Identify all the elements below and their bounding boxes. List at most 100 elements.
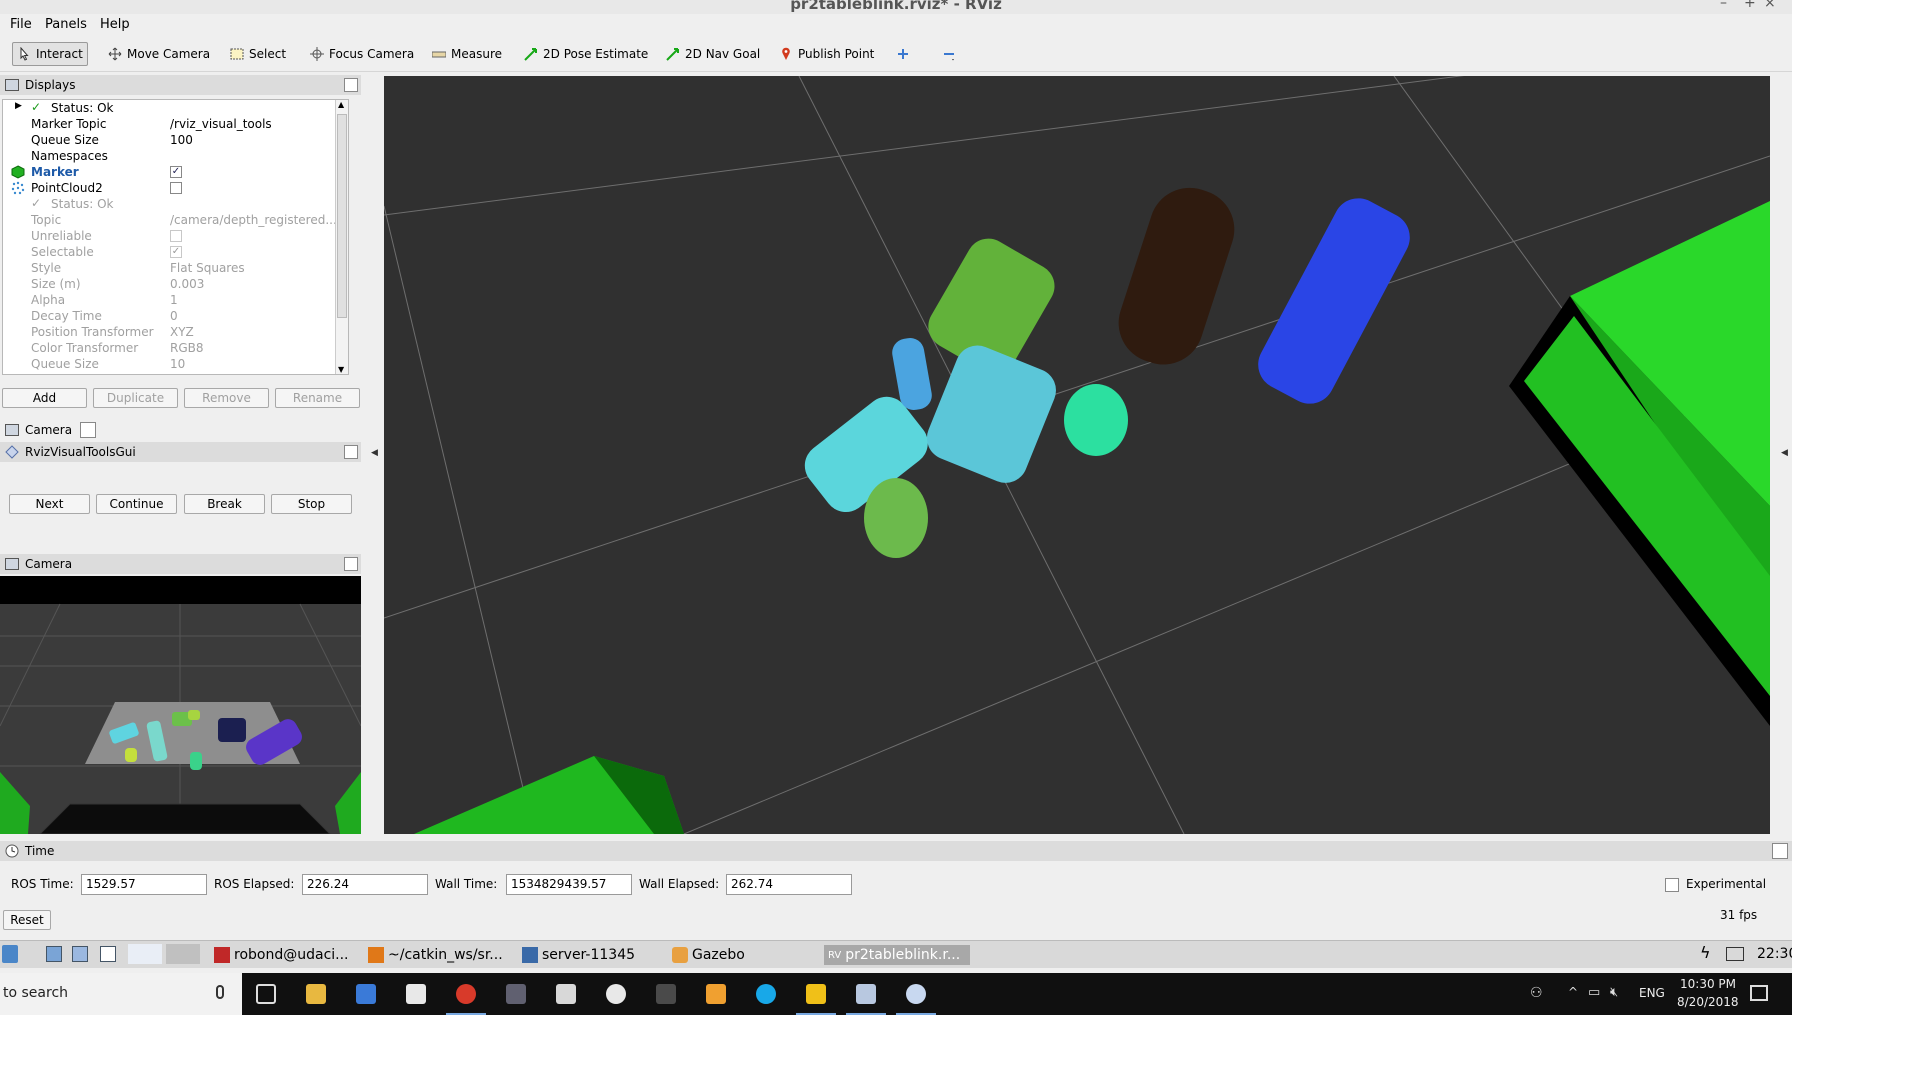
tree-row-pointcloud2[interactable]: PointCloud2 [3,180,333,196]
network-icon[interactable]: ▭ [1588,985,1600,1000]
tree-row-position-transformer[interactable]: Position Transformer XYZ [3,324,333,340]
measure-tool[interactable]: Measure [428,42,506,66]
remote-desktop-icon[interactable] [856,984,876,1004]
tree-row-decay-time[interactable]: Decay Time 0 [3,308,333,324]
mail-icon[interactable] [406,984,426,1004]
maximize-button[interactable]: + [1744,0,1756,11]
chevron-up-icon[interactable]: ^ [1568,985,1578,999]
tree-row-unreliable[interactable]: Unreliable [3,228,333,244]
tree-row-namespaces[interactable]: Namespaces [3,148,333,164]
close-button[interactable]: × [1764,0,1776,11]
displays-undock-checkbox[interactable] [344,78,358,92]
ros-time-field[interactable]: 1529.57 [81,874,207,895]
file-manager-icon[interactable] [72,946,88,962]
collapse-left-arrow-icon[interactable]: ◀ [371,448,378,458]
power-icon[interactable]: ϟ [1700,943,1711,962]
mute-icon[interactable]: 🔇︎ [1610,985,1618,1000]
task-gazebo[interactable]: Gazebo [672,945,745,965]
focus-camera-tool[interactable]: Focus Camera [306,42,418,66]
tree-row-color-transformer[interactable]: Color Transformer RGB8 [3,340,333,356]
tree-row-size[interactable]: Size (m) 0.003 [3,276,333,292]
2d-nav-goal-tool[interactable]: 2D Nav Goal [662,42,764,66]
language-indicator[interactable]: ENG [1639,986,1665,1000]
add-tool-button[interactable] [892,42,914,66]
tree-value[interactable]: 100 [170,133,193,147]
interact-tool[interactable]: Interact [12,42,88,66]
tree-value[interactable]: 0.003 [170,277,204,291]
udacity-icon[interactable] [756,984,776,1004]
workspace-2[interactable] [166,944,200,964]
tree-row-style[interactable]: Style Flat Squares [3,260,333,276]
menu-help[interactable]: Help [100,17,130,32]
publish-point-tool[interactable]: Publish Point [775,42,878,66]
task-terminal[interactable]: robond@udaci... [214,945,349,965]
task-server[interactable]: server-11345 [522,945,635,965]
tree-row-status[interactable]: ▶ ✓ Status: Ok [3,100,333,116]
reset-button[interactable]: Reset [3,910,51,930]
snipping-icon[interactable] [656,984,676,1004]
windows-search-box[interactable]: to search [0,973,242,1015]
2d-pose-estimate-tool[interactable]: 2D Pose Estimate [520,42,652,66]
task-sublime[interactable]: ~/catkin_ws/sr... [368,945,503,965]
tree-row-topic[interactable]: Topic /camera/depth_registered... [3,212,337,228]
chrome-icon[interactable] [456,984,476,1004]
add-display-button[interactable]: Add [2,388,87,408]
file-explorer-icon[interactable] [306,984,326,1004]
next-button[interactable]: Next [9,494,90,514]
desktop-icon[interactable] [46,946,62,962]
duplicate-display-button[interactable]: Duplicate [93,388,178,408]
tree-row-queue-size-2[interactable]: Queue Size 10 [3,356,333,372]
marker-enabled-checkbox[interactable]: ✓ [170,166,182,178]
terminal-launcher-icon[interactable] [100,946,116,962]
wall-elapsed-field[interactable]: 262.74 [726,874,852,895]
paint-icon[interactable] [906,984,926,1004]
scrollbar-thumb[interactable] [337,114,347,318]
remove-tool-button[interactable] [938,42,960,66]
visual-tools-gui-undock-checkbox[interactable] [344,445,358,459]
store-icon[interactable] [356,984,376,1004]
continue-button[interactable]: Continue [96,494,177,514]
tree-row-queue-size[interactable]: Queue Size 100 [3,132,333,148]
ros-elapsed-field[interactable]: 226.24 [302,874,428,895]
stop-button[interactable]: Stop [271,494,352,514]
menu-panels[interactable]: Panels [45,17,87,32]
media-icon[interactable] [606,984,626,1004]
tree-value[interactable]: 10 [170,357,185,371]
tree-value[interactable]: /camera/depth_registered... [170,213,337,227]
system-date[interactable]: 8/20/2018 [1677,995,1739,1009]
calculator-icon[interactable] [556,984,576,1004]
workspace-1[interactable] [128,944,162,964]
tree-value[interactable]: Flat Squares [170,261,245,275]
tree-value[interactable]: 0 [170,309,178,323]
task-view-icon[interactable] [256,984,276,1004]
start-menu-icon[interactable] [2,945,18,963]
tree-scrollbar[interactable]: ▲ ▼ [335,100,348,374]
tree-value[interactable]: 1 [170,293,178,307]
microphone-icon[interactable] [216,985,224,999]
tree-value[interactable]: RGB8 [170,341,204,355]
select-tool[interactable]: Select [226,42,290,66]
tree-row-pc-status[interactable]: ✓ Status: Ok [3,196,333,212]
wall-time-field[interactable]: 1534829439.57 [506,874,632,895]
tree-value[interactable]: XYZ [170,325,194,339]
time-undock-checkbox[interactable] [1772,843,1788,859]
move-camera-tool[interactable]: Move Camera [104,42,214,66]
terminal-app-icon[interactable] [506,984,526,1004]
expand-arrow-icon[interactable]: ▶ [15,101,22,111]
camera-tool-checkbox[interactable] [80,422,97,438]
scroll-up-icon[interactable]: ▲ [338,100,344,109]
vm-icon[interactable] [806,984,826,1004]
remove-display-button[interactable]: Remove [184,388,269,408]
selectable-checkbox[interactable]: ✓ [170,246,182,258]
3d-viewport[interactable] [384,76,1770,834]
display-icon[interactable] [1726,947,1744,961]
collapse-right-arrow-icon[interactable]: ◀ [1781,448,1788,458]
sublime-app-icon[interactable] [706,984,726,1004]
pointcloud2-enabled-checkbox[interactable] [170,182,182,194]
camera-view-undock-checkbox[interactable] [344,557,358,571]
break-button[interactable]: Break [184,494,265,514]
camera-image-view[interactable] [0,576,361,834]
minimize-button[interactable]: – [1720,0,1727,11]
notification-icon[interactable] [1750,985,1768,1001]
rename-display-button[interactable]: Rename [275,388,360,408]
